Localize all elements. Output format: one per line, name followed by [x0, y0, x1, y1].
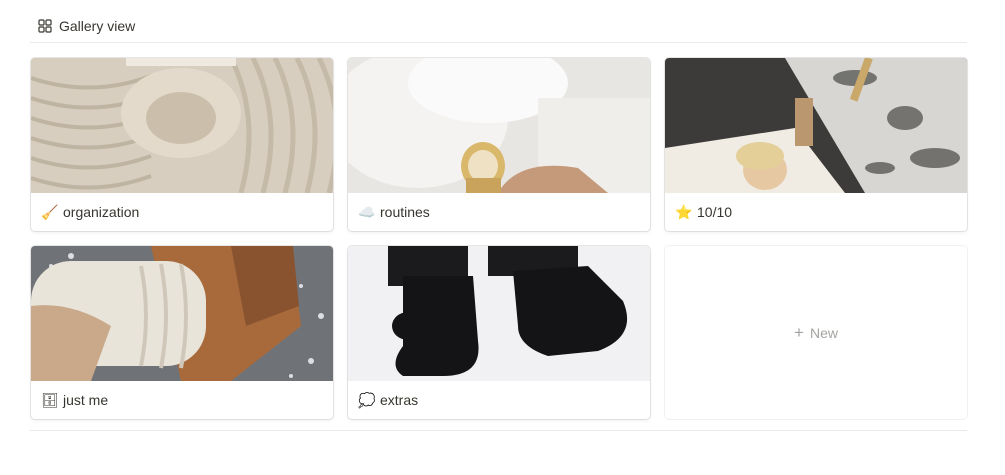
broom-icon: 🧹 [41, 203, 59, 220]
card-title: organization [63, 204, 140, 220]
card-cover-image [31, 58, 333, 193]
card-cover-image [665, 58, 967, 193]
card-title: routines [380, 204, 430, 220]
plus-icon: + [794, 323, 804, 342]
card-title-row: 🗄 just me [31, 381, 333, 419]
card-title: extras [380, 392, 419, 408]
card-cover-image [348, 246, 650, 381]
card-title-row: ⭐ 10/10 [665, 193, 967, 231]
new-card-button[interactable]: + New [665, 246, 967, 419]
gallery-card-just-me[interactable]: 🗄 just me [31, 246, 333, 419]
gallery-grid-icon [38, 19, 52, 33]
card-title-row: 💭 extras [348, 381, 650, 419]
new-card-label: New [809, 324, 838, 341]
card-title: 10/10 [697, 204, 733, 220]
gallery-card-extras[interactable]: 💭 extras [348, 246, 650, 419]
gallery-card-routines[interactable]: ☁️ routines [348, 58, 650, 231]
card-cover-image [31, 246, 333, 381]
cabinet-icon: 🗄 [41, 391, 59, 408]
view-label: Gallery view [59, 18, 136, 34]
view-header: Gallery view [30, 10, 967, 43]
card-title-row: ☁️ routines [348, 193, 650, 231]
divider [30, 430, 967, 431]
card-title: just me [63, 392, 109, 408]
gallery-card-10-10[interactable]: ⭐ 10/10 [665, 58, 967, 231]
gallery-view-tab[interactable]: Gallery view [30, 18, 135, 34]
thought-bubble-icon: 💭 [358, 391, 376, 408]
cloud-icon: ☁️ [358, 203, 376, 220]
card-title-row: 🧹 organization [31, 193, 333, 231]
gallery-card-organization[interactable]: 🧹 organization [31, 58, 333, 231]
star-icon: ⭐ [675, 203, 693, 220]
card-cover-image [348, 58, 650, 193]
